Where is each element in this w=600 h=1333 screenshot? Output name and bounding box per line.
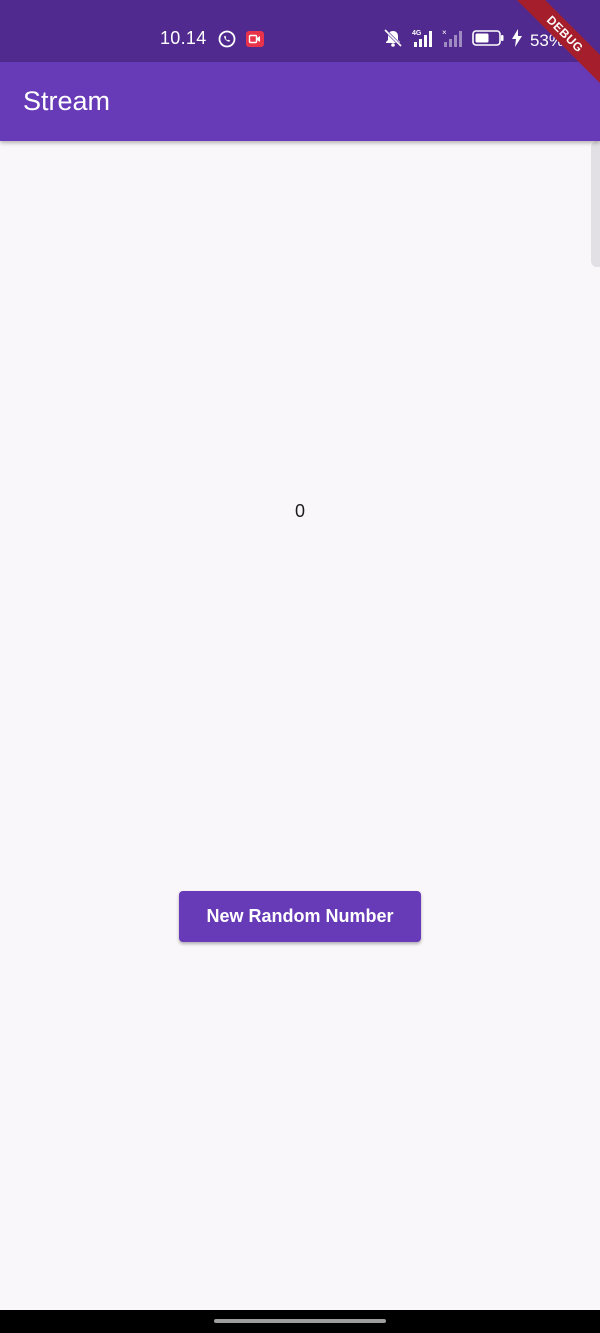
app-bar: Stream — [0, 62, 600, 141]
signal-4g-icon: 4G — [412, 28, 434, 53]
home-gesture-handle[interactable] — [214, 1319, 386, 1323]
app-screen: 10.14 4G × 53% DEBUG Stream 0 New Random… — [0, 0, 600, 1333]
main-content: 0 New Random Number — [0, 141, 600, 1310]
svg-text:4G: 4G — [412, 30, 422, 37]
signal-no-service-icon: × — [442, 28, 464, 53]
charging-icon — [511, 29, 522, 52]
whatsapp-icon — [218, 30, 236, 53]
navigation-bar — [0, 1310, 600, 1333]
scrollbar-thumb[interactable] — [591, 141, 600, 267]
random-number-value: 0 — [294, 501, 305, 521]
status-right-icons: 4G × 53% — [382, 28, 564, 53]
new-random-number-button[interactable]: New Random Number — [179, 891, 421, 942]
status-left-icons — [218, 30, 264, 53]
screen-record-icon — [246, 31, 264, 52]
app-title: Stream — [23, 86, 111, 116]
status-bar: 10.14 4G × 53% — [0, 0, 600, 62]
mute-icon — [382, 28, 404, 53]
svg-text:×: × — [442, 28, 447, 37]
battery-icon — [472, 30, 504, 51]
status-time: 10.14 — [160, 28, 207, 48]
